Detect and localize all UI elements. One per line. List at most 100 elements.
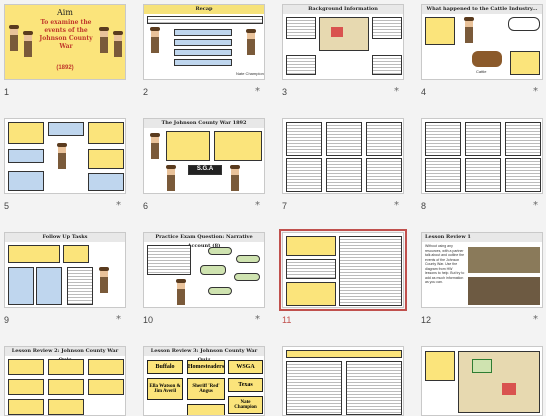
text-block [366,122,402,156]
text-block [88,122,124,144]
slide-4-star-icon: * [533,86,538,97]
cowboy-figure [228,165,242,191]
text-block [425,351,455,381]
text-block [147,16,263,24]
slide-thumb-7[interactable] [282,118,404,194]
text-block [8,359,44,375]
slide-number-7: 7 [282,201,288,211]
slide-number-5: 5 [4,201,10,211]
text-block [505,122,541,156]
slide-thumb-5[interactable] [4,118,126,194]
text-block [465,158,501,192]
quiz-label: Ella Watson & Jim Averil [147,378,183,400]
text-block [63,245,89,263]
slide-thumb-4[interactable]: What happened to the Cattle Industry... … [421,4,543,80]
text-block [174,59,232,66]
slide-4-caption: Cattle [476,69,487,74]
slide-sorter-grid: Aim To examine the events of the Johnson… [0,0,546,416]
slide-number-3: 3 [282,87,288,97]
text-block [67,267,93,305]
quiz-label: Texas [228,378,263,392]
text-block [286,55,316,75]
mind-map-node [234,273,260,281]
text-block [88,149,124,169]
slide-thumb-8[interactable] [421,118,543,194]
slide-number-9: 9 [4,315,10,325]
text-block [286,350,402,358]
cowboy-figure [462,17,476,43]
slide-thumb-16[interactable] [421,346,543,416]
text-block [286,158,322,192]
text-block [425,122,461,156]
text-block [465,122,501,156]
slide-thumb-1[interactable]: Aim To examine the events of the Johnson… [4,4,126,80]
slide-number-12: 12 [421,315,432,325]
slide-10-title: Practice Exam Question: Narrative Accoun… [144,233,264,249]
quiz-label: WSGA [228,360,263,374]
slide-2-title: Recap [144,5,264,14]
text-block [425,17,455,45]
text-block [174,49,232,56]
slide-thumb-14[interactable]: Lesson Review 3: Johnson County War Quiz… [143,346,265,416]
text-block [8,267,34,305]
slide-12-instructions: Without using any resources, with a part… [425,244,465,284]
slide-number-8: 8 [421,201,427,211]
slide-6-sign-text: S.G.A [196,166,214,172]
quiz-label: Buffalo [147,360,183,374]
slide-thumb-6[interactable]: The Johnson County War 1892 S.G.A [143,118,265,194]
usa-map-image [319,17,369,51]
text-block [174,39,232,46]
slide-thumb-10[interactable]: Practice Exam Question: Narrative Accoun… [143,232,265,308]
text-block [147,245,191,275]
slide-5-star-icon: * [116,200,121,211]
text-block [88,359,124,375]
text-block [510,51,540,75]
cowboy-figure [55,143,69,169]
cowboy-figure [148,27,162,53]
slide-9-title: Follow Up Tasks [5,233,125,242]
photo-image [468,247,540,273]
quiz-label [187,404,225,415]
slide-thumb-13[interactable]: Lesson Review 2: Johnson County War Quiz [4,346,126,416]
cowboy-figure [174,279,188,305]
mind-map-node [236,255,260,263]
text-block [214,131,262,161]
slide-number-10: 10 [143,315,154,325]
text-block [505,158,541,192]
text-block [286,122,322,156]
slide-6-star-icon: * [255,200,260,211]
text-block [48,122,84,136]
cattle-image [472,51,502,67]
text-block [366,158,402,192]
text-block [36,267,62,305]
text-block [286,282,336,306]
text-block [48,379,84,395]
slide-number-6: 6 [143,201,149,211]
speech-bubble [508,17,540,31]
slide-6-title: The Johnson County War 1892 [144,119,264,128]
quiz-label: Homesteaders [187,360,225,374]
text-block [8,171,44,191]
text-block [372,55,402,75]
cowboy-figure [7,25,21,51]
slide-thumb-2[interactable]: Recap Nate Champion [143,4,265,80]
slide-thumb-12[interactable]: Lesson Review 1 Without using any resour… [421,232,543,308]
text-block [326,122,362,156]
cowboy-figure [148,133,162,159]
slide-thumb-11[interactable] [279,229,407,311]
cowboy-figure [164,165,178,191]
slide-thumb-9[interactable]: Follow Up Tasks [4,232,126,308]
text-block [48,399,84,415]
text-block [286,259,336,279]
mind-map-node [200,265,226,275]
slide-thumb-3[interactable]: Background Information [282,4,404,80]
mind-map-node [208,247,232,255]
text-block [286,236,336,256]
slide-1-year: (1892) [56,65,74,71]
text-block [425,158,461,192]
slide-thumb-15[interactable] [282,346,404,416]
slide-10-star-icon: * [255,314,260,325]
slide-3-title: Background Information [283,5,403,14]
text-block [8,122,44,144]
text-block [339,236,402,306]
